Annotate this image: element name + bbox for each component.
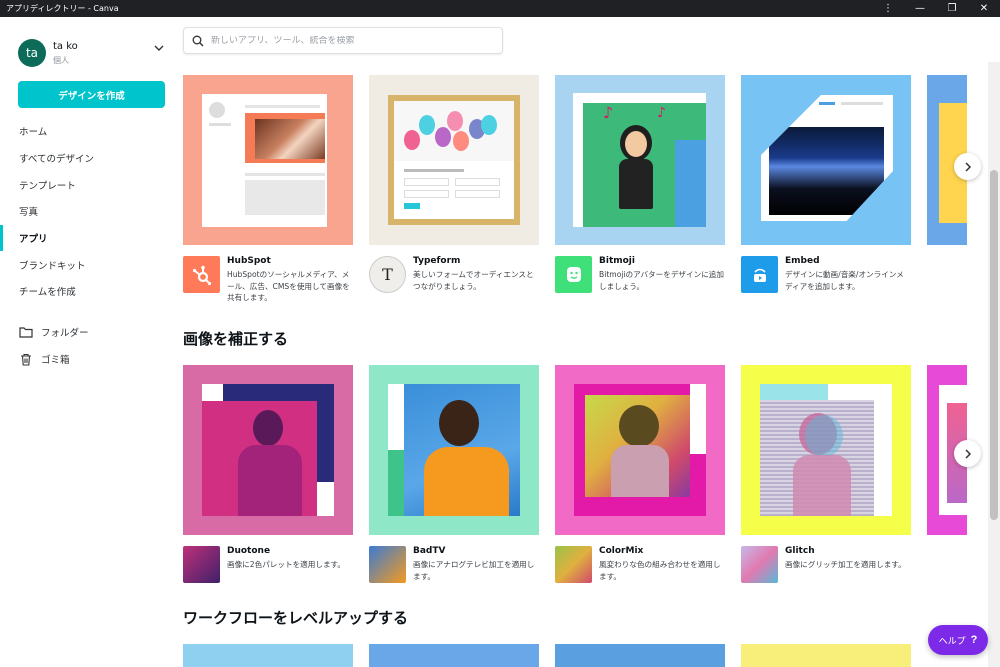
typeform-icon: T (369, 256, 406, 293)
window-title: アプリディレクトリー - Canva (6, 4, 119, 13)
account-switcher[interactable]: ta ta ko 個人 (18, 39, 78, 67)
app-name: Duotone (227, 546, 271, 556)
sidebar-item-templates[interactable]: テンプレート (0, 171, 173, 198)
window-controls: ⋮ — ❐ ✕ (872, 0, 1000, 17)
account-plan: 個人 (53, 55, 69, 65)
app-card-glitch[interactable]: Glitch 画像にグリッチ加工を適用します。 (741, 365, 911, 583)
minimize-icon[interactable]: — (904, 0, 936, 17)
help-label: ヘルプ (938, 635, 966, 646)
app-card[interactable] (555, 644, 725, 667)
duotone-icon (183, 546, 220, 583)
sidebar-item-create-team[interactable]: チームを作成 (0, 278, 173, 305)
app-name: Typeform (413, 256, 461, 266)
app-name: BadTV (413, 546, 446, 556)
app-name: Glitch (785, 546, 815, 556)
app-card-duotone[interactable]: Duotone 画像に2色パレットを適用します。 (183, 365, 353, 583)
close-icon[interactable]: ✕ (968, 0, 1000, 17)
chevron-down-icon[interactable] (154, 44, 164, 55)
sidebar-item-label: フォルダー (41, 328, 89, 340)
help-icon: ? (970, 634, 978, 646)
colormix-icon (555, 546, 592, 583)
section-title: 画像を補正する (183, 330, 289, 348)
sidebar-item-photos[interactable]: 写真 (0, 198, 173, 225)
sidebar-nav: ホーム すべてのデザイン テンプレート 写真 アプリ ブランドキット チームを作… (0, 118, 173, 305)
next-button[interactable] (954, 440, 981, 467)
sidebar-item-folders[interactable]: フォルダー (0, 319, 173, 346)
app-description: Bitmojiのアバターをデザインに追加しましょう。 (599, 270, 724, 291)
app-card[interactable] (183, 644, 353, 667)
app-card-badtv[interactable]: BadTV 画像にアナログテレビ加工を適用します。 (369, 365, 539, 583)
app-card-hubspot[interactable]: HubSpot HubSpotのソーシャルメディア、メール、広告、CMSを使用し… (183, 75, 353, 302)
app-description: 風変わりな色の組み合わせを適用します。 (599, 560, 721, 581)
app-card[interactable] (741, 644, 911, 667)
app-card[interactable] (369, 644, 539, 667)
app-thumbnail (741, 75, 911, 245)
account-name: ta ko (53, 40, 78, 52)
sidebar-secondary-nav: フォルダー ゴミ箱 (0, 319, 173, 372)
app-description: 美しいフォームでオーディエンスとつながりましょう。 (413, 270, 534, 291)
glitch-icon (741, 546, 778, 583)
help-button[interactable]: ヘルプ ? (928, 625, 988, 655)
app-card-colormix[interactable]: ColorMix 風変わりな色の組み合わせを適用します。 (555, 365, 725, 583)
sidebar-item-brand-kit[interactable]: ブランドキット (0, 251, 173, 278)
app-thumbnail: ♪ ♪ (555, 75, 725, 245)
app-description: 画像にグリッチ加工を適用します。 (785, 560, 906, 569)
maximize-icon[interactable]: ❐ (936, 0, 968, 17)
sidebar-item-label: ゴミ箱 (41, 355, 70, 367)
search-bar[interactable] (183, 27, 503, 54)
app-description: HubSpotのソーシャルメディア、メール、広告、CMSを使用して画像を共有しま… (227, 270, 350, 302)
sidebar: ta ta ko 個人 デザインを作成 ホーム すべてのデザイン テンプレート … (0, 17, 173, 667)
app-card-bitmoji[interactable]: ♪ ♪ Bitmoji Bitmojiのアバターをデザインに追加しましょう。 (555, 75, 725, 293)
apps-row-integrations: HubSpot HubSpotのソーシャルメディア、メール、広告、CMSを使用し… (183, 75, 981, 302)
app-card-typeform[interactable]: T Typeform 美しいフォームでオーディエンスとつながりましょう。 (369, 75, 539, 293)
folder-icon (19, 326, 33, 338)
sidebar-item-home[interactable]: ホーム (0, 118, 173, 145)
trash-icon (19, 353, 33, 366)
apps-row-photo-effects: Duotone 画像に2色パレットを適用します。 BadTV 画像にアナログテレ… (183, 365, 981, 587)
app-name: Bitmoji (599, 256, 635, 266)
sidebar-item-apps[interactable]: アプリ (0, 224, 173, 252)
search-input[interactable] (211, 35, 491, 46)
sidebar-item-all-designs[interactable]: すべてのデザイン (0, 145, 173, 172)
app-name: Embed (785, 256, 820, 266)
app-thumbnail (555, 365, 725, 535)
app-thumbnail (183, 365, 353, 535)
hubspot-icon (183, 256, 220, 293)
app-thumbnail (369, 75, 539, 245)
window-titlebar: アプリディレクトリー - Canva ⋮ — ❐ ✕ (0, 0, 1000, 17)
next-button[interactable] (954, 153, 981, 180)
app-name: ColorMix (599, 546, 644, 556)
more-options-icon[interactable]: ⋮ (872, 0, 904, 17)
scrollbar[interactable] (988, 62, 1000, 667)
app-description: デザインに動画/音楽/オンラインメディアを追加します。 (785, 270, 904, 291)
app-name: HubSpot (227, 256, 271, 266)
section-title: ワークフローをレベルアップする (183, 609, 409, 627)
search-icon (192, 35, 204, 46)
badtv-icon (369, 546, 406, 583)
app-card-embed[interactable]: Embed デザインに動画/音楽/オンラインメディアを追加します。 (741, 75, 911, 293)
avatar: ta (18, 39, 46, 67)
bitmoji-icon (555, 256, 592, 293)
sidebar-item-trash[interactable]: ゴミ箱 (0, 346, 173, 373)
app-description: 画像にアナログテレビ加工を適用します。 (413, 560, 535, 581)
embed-icon (741, 256, 778, 293)
apps-row-workflow (183, 644, 973, 667)
app-description: 画像に2色パレットを適用します。 (227, 560, 345, 569)
scrollbar-thumb[interactable] (990, 170, 998, 520)
app-thumbnail (369, 365, 539, 535)
app-thumbnail (741, 365, 911, 535)
app-thumbnail (183, 75, 353, 245)
app-directory-content: HubSpot HubSpotのソーシャルメディア、メール、広告、CMSを使用し… (173, 62, 988, 667)
create-design-button[interactable]: デザインを作成 (18, 81, 165, 108)
